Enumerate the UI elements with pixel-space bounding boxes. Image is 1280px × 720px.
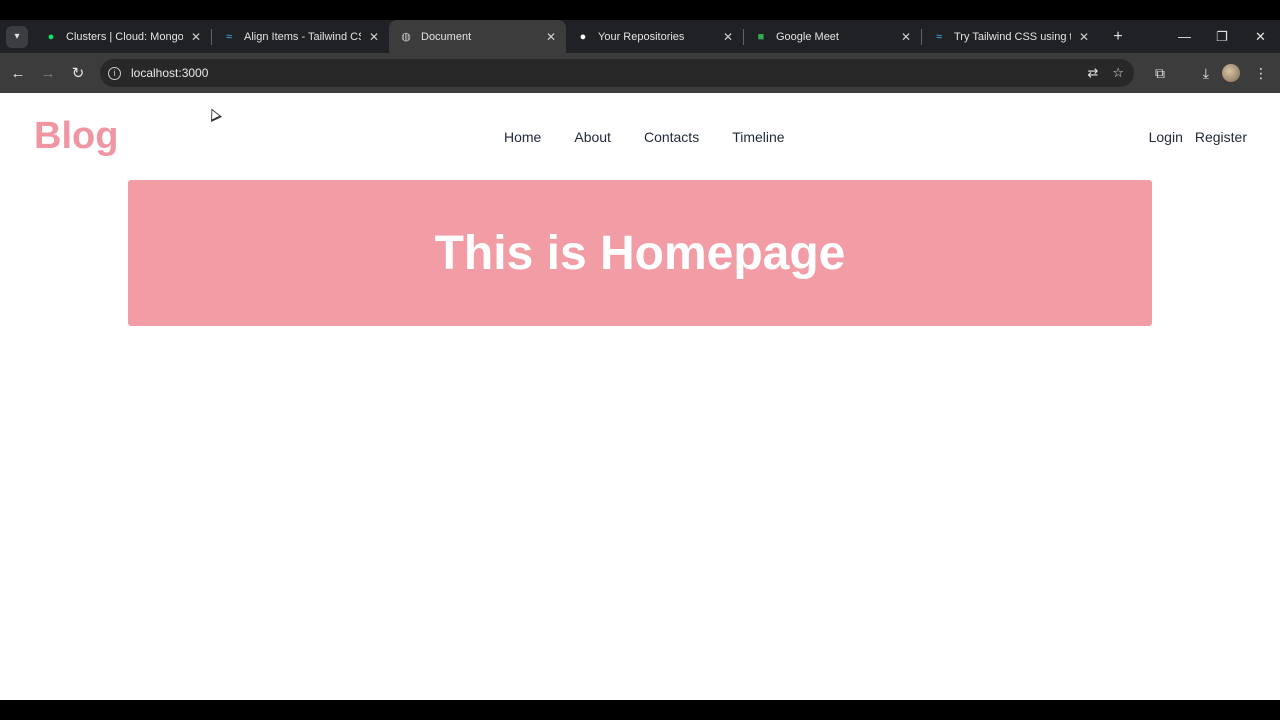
url-text[interactable]: localhost:3000	[131, 66, 208, 80]
globe-icon: ◍	[401, 31, 411, 43]
tab-document[interactable]: ◍ Document ✕	[389, 20, 566, 53]
extensions-icon[interactable]: ⧉	[1155, 65, 1165, 82]
close-icon[interactable]: ✕	[721, 30, 735, 44]
download-icon[interactable]: ⤓	[1203, 65, 1209, 82]
nav-about[interactable]: About	[574, 129, 611, 145]
tab-title: Document	[421, 30, 472, 43]
tab-title: Try Tailwind CSS using the	[954, 30, 1071, 43]
hero-title: This is Homepage	[434, 226, 846, 280]
bookmark-star-icon[interactable]: ☆	[1112, 65, 1124, 81]
register-link[interactable]: Register	[1195, 129, 1247, 145]
google-meet-icon: ■	[757, 30, 765, 43]
back-arrow-icon[interactable]: ←	[3, 65, 33, 82]
tab-google-meet[interactable]: ■ Google Meet ✕	[744, 20, 921, 53]
profile-avatar[interactable]	[1222, 64, 1240, 82]
menu-dots-icon[interactable]: ⋮	[1254, 65, 1268, 82]
mouse-cursor-icon	[206, 106, 222, 122]
nav-timeline[interactable]: Timeline	[732, 129, 784, 145]
tailwind-icon: ≈	[935, 30, 943, 43]
tab-github[interactable]: ● Your Repositories ✕	[566, 20, 743, 53]
close-icon[interactable]: ✕	[367, 30, 381, 44]
browser-toolbar: ← → ↻ i localhost:3000 ⇄ ☆ ⧉ ⤓ ⋮	[0, 53, 1280, 93]
tailwind-icon: ≈	[225, 30, 233, 43]
site-info-icon[interactable]: i	[108, 66, 121, 80]
tab-mongodb[interactable]: ● Clusters | Cloud: MongoDB ✕	[34, 20, 211, 53]
translate-icon[interactable]: ⇄	[1087, 65, 1098, 81]
site-logo[interactable]: Blog	[34, 115, 118, 158]
tab-title: Your Repositories	[598, 30, 685, 43]
tab-tailwind-align[interactable]: ≈ Align Items - Tailwind CSS ✕	[212, 20, 389, 53]
login-link[interactable]: Login	[1149, 129, 1183, 145]
address-bar[interactable]: i localhost:3000 ⇄ ☆	[100, 59, 1134, 87]
main-nav: Home About Contacts Timeline	[504, 129, 785, 145]
new-tab-button[interactable]: +	[1109, 28, 1127, 46]
tab-search-button[interactable]: ▾	[6, 25, 28, 48]
hero-banner: This is Homepage	[128, 180, 1152, 326]
forward-arrow-icon[interactable]: →	[33, 65, 63, 82]
close-icon[interactable]: ✕	[189, 30, 203, 44]
close-icon[interactable]: ✕	[544, 30, 558, 44]
mongodb-leaf-icon: ●	[47, 30, 55, 43]
tab-title: Align Items - Tailwind CSS	[244, 30, 361, 43]
tab-strip: ▾ ● Clusters | Cloud: MongoDB ✕ ≈ Align …	[0, 20, 1280, 53]
auth-links: Login Register	[1149, 129, 1247, 145]
tab-title: Google Meet	[776, 30, 839, 43]
minimize-button[interactable]: —	[1178, 20, 1191, 53]
page-viewport: Blog Home About Contacts Timeline Login …	[0, 93, 1280, 700]
nav-home[interactable]: Home	[504, 129, 541, 145]
nav-contacts[interactable]: Contacts	[644, 129, 699, 145]
close-icon[interactable]: ✕	[1077, 30, 1091, 44]
restore-button[interactable]: ❐	[1216, 20, 1228, 53]
tab-title: Clusters | Cloud: MongoDB	[66, 30, 183, 43]
tab-tailwind-try[interactable]: ≈ Try Tailwind CSS using the ✕	[922, 20, 1099, 53]
close-icon[interactable]: ✕	[899, 30, 913, 44]
github-icon: ●	[579, 30, 587, 43]
window-close-button[interactable]: ✕	[1255, 20, 1266, 53]
reload-icon[interactable]: ↻	[63, 64, 93, 82]
